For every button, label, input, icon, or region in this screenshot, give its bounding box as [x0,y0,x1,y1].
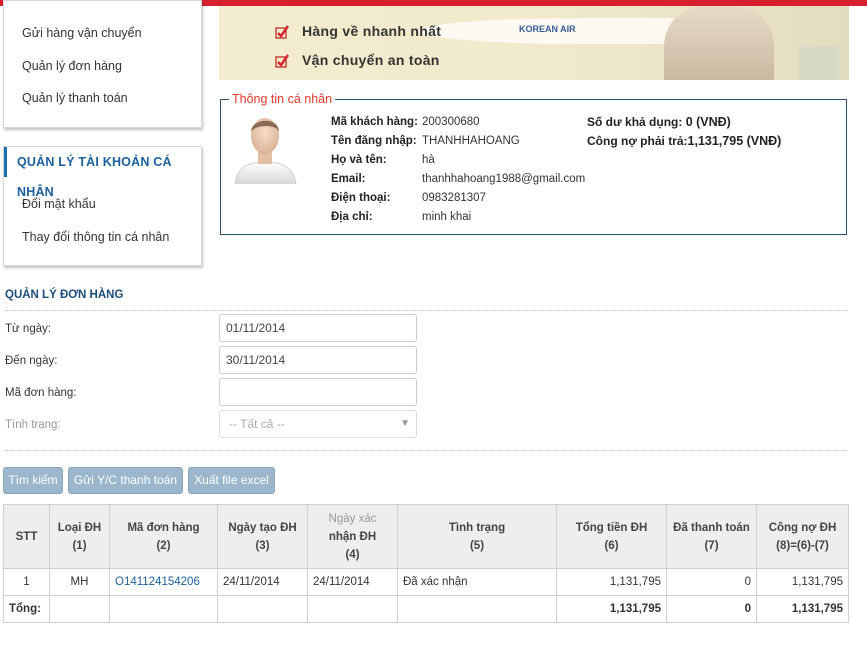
cell-empty [397,595,557,623]
col-status: Tình trạng (5) [397,504,557,569]
username-value: THANHHAHOANG [422,135,520,147]
cell-total: 1,131,795 [556,568,667,596]
cell-status: Đã xác nhận [397,568,557,596]
search-button[interactable]: Tìm kiếm [3,467,63,494]
divider [5,450,848,451]
orders-table: STT Loại ĐH (1) Mã đơn hàng (2) Ngày tạo Đ… [3,504,849,623]
col-debt: Công nợ ĐH (8)=(6)-(7) [756,504,849,569]
status-select-value: -- Tất cả -- [229,417,285,431]
cell-empty [109,595,218,623]
export-excel-button[interactable]: Xuất file excel [188,467,275,494]
payment-request-button[interactable]: Gửi Y/C thanh toán [68,467,183,494]
cell-total-label: Tổng: [3,595,50,623]
cell-order-code: O141124154206 [109,568,218,596]
col-confirmed-date: Ngày xác nhận ĐH (4) [307,504,398,569]
divider [5,310,848,311]
order-code-link[interactable]: O141124154206 [115,576,200,588]
check-icon [275,54,289,68]
menu-item-edit-profile[interactable]: Thay đổi thông tin cá nhân [22,230,169,244]
orders-section-title: QUẢN LÝ ĐƠN HÀNG [5,289,124,301]
address-value: minh khai [422,211,472,223]
phone-value: 0983281307 [422,192,486,204]
email-value: thanhhahoang1988@gmail.com [422,173,586,185]
balance-value: 0 (VNĐ) [685,115,731,129]
debt-label: Công nợ phải trả: [587,134,688,148]
debt-row: Công nợ phải trả:1,131,795 (VNĐ) [587,134,781,148]
cell-created-date: 24/11/2014 [217,568,308,596]
fullname-value: hà [422,154,435,166]
col-stt: STT [3,504,50,569]
cell-sum-paid: 0 [666,595,757,623]
status-label: Tình trạng: [5,419,61,431]
col-order-type: Loại ĐH (1) [49,504,110,569]
account-menu: QUẢN LÝ TÀI KHOẢN CÁ NHÂN Đổi mật khẩu T… [3,146,202,266]
fullname-label: Họ và tên: [331,154,387,166]
cell-debt: 1,131,795 [756,568,849,596]
email-label: Email: [331,173,366,185]
parcel-graphic [799,46,839,80]
cell-empty [217,595,308,623]
customer-id-label: Mã khách hàng: [331,116,418,128]
menu-item-change-password[interactable]: Đổi mật khẩu [22,197,96,211]
to-date-input[interactable] [219,346,417,374]
status-select[interactable]: -- Tất cả -- ▼ [219,410,417,438]
banner-line-safe: Vận chuyển an toàn [302,52,440,68]
promo-banner: KOREAN AIR Hàng về nhanh nhất Vận chuyển… [219,6,849,80]
cell-empty [307,595,398,623]
from-date-label: Từ ngày: [5,323,52,335]
cell-confirmed-date: 24/11/2014 [307,568,398,596]
table-row: 1 MH O141124154206 24/11/2014 24/11/2014… [3,568,849,596]
col-total: Tổng tiền ĐH (6) [556,504,667,569]
order-code-input[interactable] [219,378,417,406]
cell-stt: 1 [3,568,50,596]
customer-id-value: 200300680 [422,116,480,128]
check-icon [275,25,289,39]
username-label: Tên đăng nhập: [331,135,417,147]
cell-empty [49,595,110,623]
order-code-label: Mã đơn hàng: [5,387,77,399]
balance-label: Số dư khả dụng: [587,115,683,129]
profile-legend: Thông tin cá nhân [229,92,336,106]
table-total-row: Tổng: 1,131,795 0 1,131,795 [3,595,849,623]
caret-down-icon: ▼ [400,418,410,429]
menu-item-manage-payments[interactable]: Quản lý thanh toán [22,91,128,105]
from-date-input[interactable] [219,314,417,342]
col-order-code: Mã đơn hàng (2) [109,504,218,569]
address-label: Địa chỉ: [331,211,373,223]
person-graphic [664,6,774,80]
user-avatar-icon [234,118,297,184]
cell-sum-debt: 1,131,795 [756,595,849,623]
menu-item-manage-orders[interactable]: Quản lý đơn hàng [22,59,122,73]
account-menu-title: QUẢN LÝ TÀI KHOẢN CÁ NHÂN [4,147,201,199]
debt-value: 1,131,795 (VNĐ) [687,134,782,148]
cell-order-type: MH [49,568,110,596]
col-created-date: Ngày tạo ĐH (3) [217,504,308,569]
phone-label: Điện thoại: [331,192,391,204]
airline-logo: KOREAN AIR [519,24,576,34]
profile-panel [220,99,847,235]
cell-sum-total: 1,131,795 [556,595,667,623]
banner-line-fast: Hàng về nhanh nhất [302,23,442,39]
col-paid: Đã thanh toán (7) [666,504,757,569]
order-menu: Gửi hàng vận chuyển Quản lý đơn hàng Quả… [3,0,202,128]
balance-row: Số dư khả dụng: 0 (VNĐ) [587,115,731,129]
to-date-label: Đến ngày: [5,355,58,367]
menu-item-send-shipment[interactable]: Gửi hàng vận chuyển [22,26,142,40]
cell-paid: 0 [666,568,757,596]
table-header-row: STT Loại ĐH (1) Mã đơn hàng (2) Ngày tạo Đ… [3,504,849,569]
